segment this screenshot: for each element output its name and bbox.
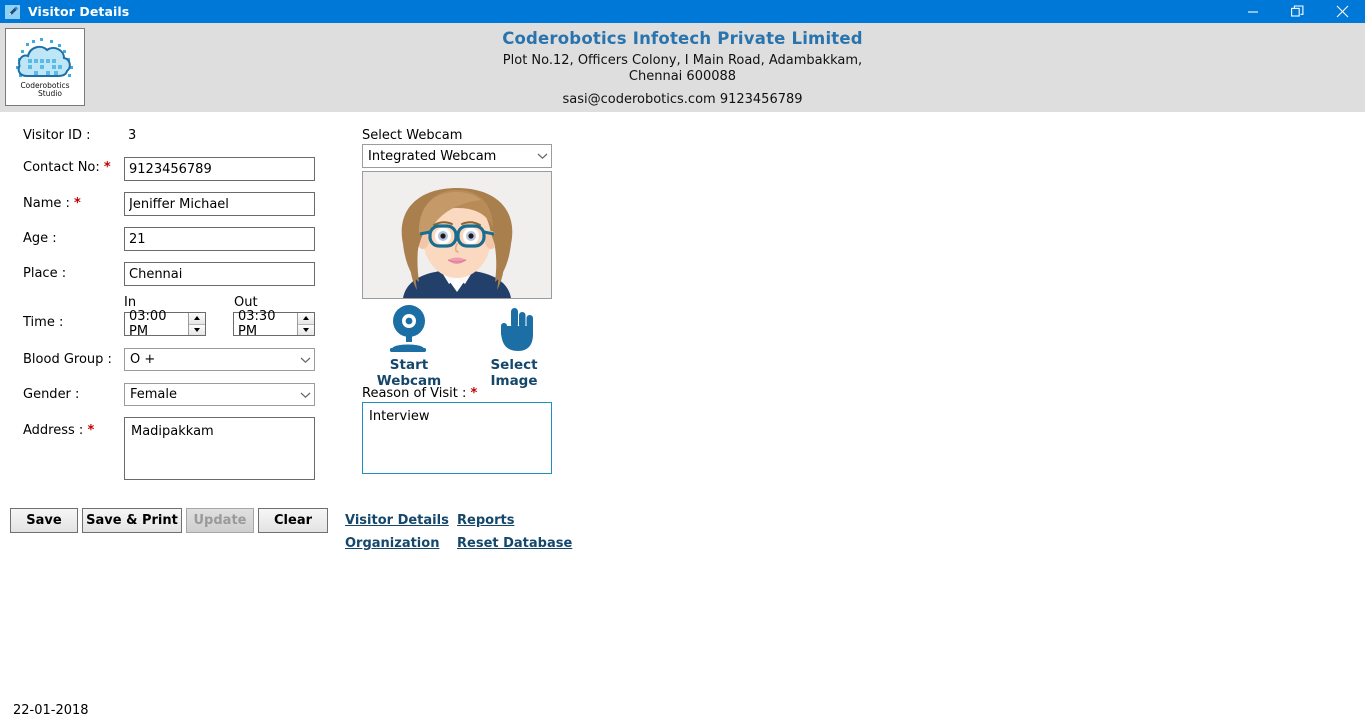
time-in-spinner[interactable]: 03:00 PM [124,309,206,339]
visitor-id-label: Visitor ID : [23,128,91,143]
app-header: Coderobotics Studio Coderobotics Infotec… [0,23,1365,113]
restore-button[interactable] [1275,0,1320,23]
address-required-mark: * [87,423,95,438]
name-input[interactable] [124,192,315,216]
time-out-spin-buttons[interactable] [297,313,314,335]
age-label: Age : [23,231,57,246]
reason-of-visit-textarea[interactable] [362,402,552,474]
reason-required-mark: * [470,386,478,401]
select-image-label: Select Image [490,357,538,389]
nav-link-reports[interactable]: Reports [457,513,514,528]
hand-pointer-icon [501,308,533,351]
edit-pencil-icon [5,4,21,20]
time-out-value: 03:30 PM [238,309,276,339]
time-out-increment-button[interactable] [298,313,314,324]
clear-button[interactable]: Clear [258,508,328,533]
contact-no-label: Contact No: * [23,160,111,175]
visitor-form: Visitor ID : 3 Contact No: * Name : * Ag… [0,112,1365,724]
time-in-spin-buttons[interactable] [188,313,205,335]
gender-select[interactable]: Female [124,383,315,406]
gender-label: Gender : [23,387,80,402]
name-label: Name : * [23,196,81,211]
window-titlebar: Visitor Details [0,0,1365,23]
age-input[interactable] [124,227,315,251]
start-webcam-label: Start Webcam [376,357,442,389]
time-label: Time : [23,315,64,330]
nav-link-visitor-details[interactable]: Visitor Details [345,513,449,528]
visitor-photo-preview [362,171,552,299]
time-in-label: In [124,295,137,310]
window-controls [1230,0,1365,23]
time-out-spinner[interactable]: 03:30 PM [233,309,315,339]
save-button[interactable]: Save [10,508,78,533]
address-label: Address : * [23,423,95,438]
save-and-print-button[interactable]: Save & Print [82,508,182,533]
webcam-device-value: Integrated Webcam [368,148,497,164]
contact-no-input[interactable] [124,157,315,181]
chevron-down-icon [533,152,551,160]
contact-no-required-mark: * [103,160,111,175]
chevron-down-icon [296,356,314,364]
start-webcam-button[interactable]: Start Webcam [362,304,456,389]
visitor-id-value: 3 [128,128,137,143]
company-name: Coderobotics Infotech Private Limited [502,29,863,48]
name-required-mark: * [74,196,81,211]
time-in-value: 03:00 PM [129,309,167,339]
reason-of-visit-label: Reason of Visit : * [362,386,478,401]
update-button: Update [186,508,254,533]
nav-link-organization[interactable]: Organization [345,536,439,551]
blood-group-select[interactable]: O + [124,348,315,371]
address-textarea[interactable] [124,417,315,480]
close-button[interactable] [1320,0,1365,23]
company-info: Coderobotics Infotech Private Limited Pl… [0,29,1365,107]
time-out-decrement-button[interactable] [298,323,314,335]
footer-date: 22-01-2018 [13,703,89,718]
company-contact: sasi@coderobotics.com 9123456789 [562,92,803,107]
blood-group-value: O + [130,352,156,367]
select-image-button[interactable]: Select Image [467,304,561,389]
nav-link-reset-database[interactable]: Reset Database [457,536,572,551]
window-title: Visitor Details [28,4,130,19]
time-in-decrement-button[interactable] [189,323,205,335]
select-webcam-label: Select Webcam [362,128,463,143]
company-address-line-2: Chennai 600088 [628,69,737,84]
place-input[interactable] [124,262,315,286]
minimize-button[interactable] [1230,0,1275,23]
time-in-increment-button[interactable] [189,313,205,324]
time-out-label: Out [234,295,258,310]
webcam-icon [390,305,426,352]
company-address-line-1: Plot No.12, Officers Colony, I Main Road… [502,53,863,68]
chevron-down-icon [296,391,314,399]
webcam-device-select[interactable]: Integrated Webcam [362,144,552,168]
blood-group-label: Blood Group : [23,352,112,367]
gender-value: Female [130,387,178,402]
place-label: Place : [23,266,67,281]
